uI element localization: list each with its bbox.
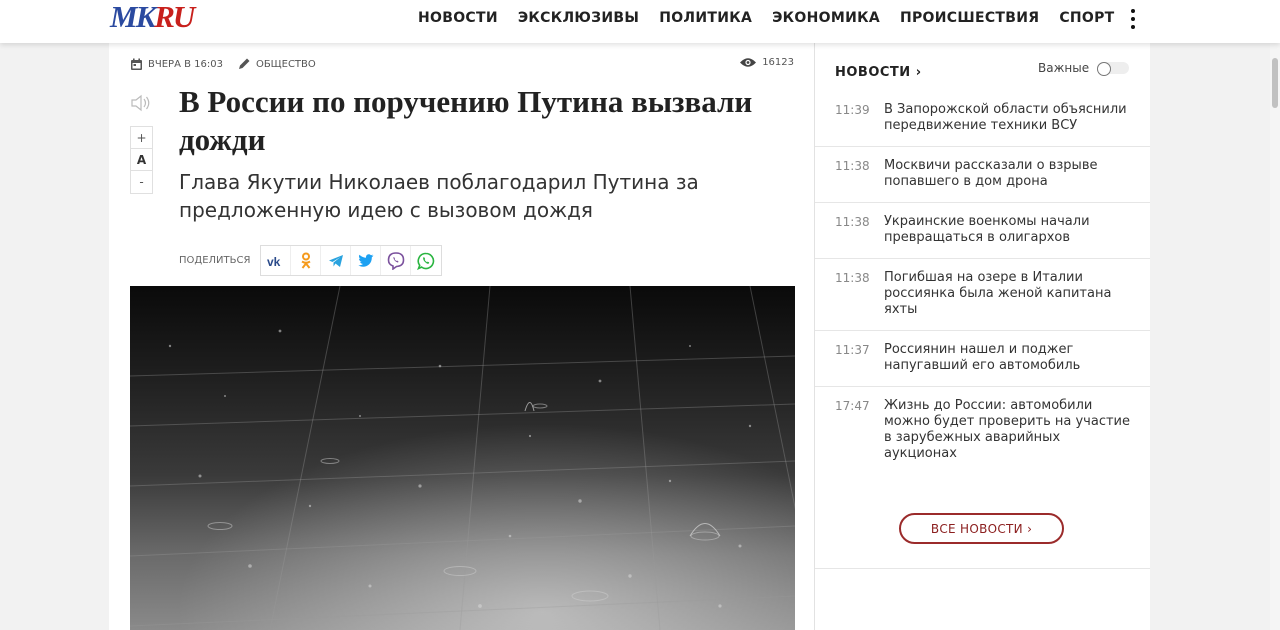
article-title: В России по поручению Путина вызвали дож… <box>179 84 753 157</box>
news-time: 17:47 <box>835 399 870 413</box>
news-list-item[interactable]: 11:38 Украинские военкомы начали превращ… <box>815 203 1150 259</box>
news-list-item[interactable]: 11:38 Погибшая на озере в Италии россиян… <box>815 259 1150 331</box>
rubric-link[interactable]: ОБЩЕСТВО <box>256 59 316 70</box>
news-sidebar: НОВОСТИ › Важные 11:39 В Запорожской обл… <box>815 43 1150 630</box>
news-list-item[interactable]: 11:39 В Запорожской области объяснили пе… <box>815 91 1150 147</box>
font-size-controls: + A - <box>130 126 153 194</box>
share-label: поделиться <box>179 255 251 266</box>
twitter-icon[interactable] <box>351 246 382 275</box>
news-list-item[interactable]: 17:47 Жизнь до России: автомобили можно … <box>815 387 1150 474</box>
article-column: ВЧЕРА В 16:03 ОБЩЕСТВО 16123 + A - В Рос… <box>109 43 814 630</box>
news-time: 11:38 <box>835 215 870 229</box>
views-counter: 16123 <box>739 57 794 68</box>
eye-icon <box>740 58 757 67</box>
news-list-item[interactable]: 11:37 Россиянин нашел и поджег напугавши… <box>815 331 1150 387</box>
speaker-icon[interactable] <box>130 93 154 117</box>
news-time: 11:38 <box>835 271 870 285</box>
kebab-menu-icon[interactable] <box>1128 9 1138 29</box>
share-bar: поделиться vk <box>179 245 443 276</box>
pencil-icon <box>238 58 250 69</box>
news-list: 11:39 В Запорожской области объяснили пе… <box>815 91 1150 474</box>
odnoklassniki-icon[interactable] <box>291 246 322 275</box>
important-label: Важные <box>1038 61 1090 75</box>
sidebar-divider <box>815 568 1150 569</box>
share-buttons: vk <box>260 245 443 276</box>
nav-item-news[interactable]: НОВОСТИ <box>418 10 498 26</box>
nav-item-sport[interactable]: СПОРТ <box>1059 10 1114 26</box>
sidebar-news-heading[interactable]: НОВОСТИ › <box>835 65 922 80</box>
top-navigation-bar: MKRU НОВОСТИ ЭКСКЛЮЗИВЫ ПОЛИТИКА ЭКОНОМИ… <box>0 0 1280 43</box>
news-time: 11:39 <box>835 103 870 117</box>
scrollbar-thumb[interactable] <box>1272 58 1278 108</box>
views-count: 16123 <box>762 57 794 68</box>
viber-icon[interactable] <box>381 246 412 275</box>
telegram-icon[interactable] <box>321 246 352 275</box>
whatsapp-icon[interactable] <box>411 246 441 275</box>
calendar-icon <box>131 58 142 70</box>
news-headline[interactable]: Жизнь до России: автомобили можно будет … <box>884 398 1130 462</box>
font-reset-button[interactable]: A <box>131 149 152 171</box>
news-time: 11:38 <box>835 159 870 173</box>
font-decrease-button[interactable]: - <box>131 171 152 193</box>
news-headline[interactable]: Погибшая на озере в Италии россиянка был… <box>884 270 1130 318</box>
nav-item-politics[interactable]: ПОЛИТИКА <box>659 10 752 26</box>
all-news-button[interactable]: ВСЕ НОВОСТИ › <box>899 513 1064 544</box>
news-headline[interactable]: Москвичи рассказали о взрыве попавшего в… <box>884 158 1130 190</box>
svg-text:vk: vk <box>267 255 281 267</box>
article-subtitle: Глава Якутии Николаев поблагодарил Путин… <box>179 170 699 222</box>
important-toggle[interactable] <box>1097 62 1130 76</box>
mk-logo[interactable]: MKRU <box>110 0 195 34</box>
logo-mk: MK <box>110 0 156 34</box>
font-increase-button[interactable]: + <box>131 127 152 149</box>
news-headline[interactable]: Украинские военкомы начали превращаться … <box>884 214 1130 246</box>
page-scrollbar[interactable] <box>1270 43 1280 630</box>
important-filter: Важные <box>1038 61 1130 76</box>
news-list-item[interactable]: 11:38 Москвичи рассказали о взрыве попав… <box>815 147 1150 203</box>
article-meta: ВЧЕРА В 16:03 ОБЩЕСТВО <box>130 57 316 71</box>
news-headline[interactable]: В Запорожской области объяснили передвиж… <box>884 102 1130 134</box>
vk-icon[interactable]: vk <box>261 246 292 275</box>
nav-item-economy[interactable]: ЭКОНОМИКА <box>772 10 880 26</box>
nav-item-exclusives[interactable]: ЭКСКЛЮЗИВЫ <box>518 10 639 26</box>
nav-item-incidents[interactable]: ПРОИСШЕСТВИЯ <box>900 10 1039 26</box>
news-headline[interactable]: Россиянин нашел и поджег напугавший его … <box>884 342 1130 374</box>
publish-date: ВЧЕРА В 16:03 <box>148 58 223 70</box>
main-nav: НОВОСТИ ЭКСКЛЮЗИВЫ ПОЛИТИКА ЭКОНОМИКА ПР… <box>418 10 1135 26</box>
news-time: 11:37 <box>835 343 870 357</box>
logo-ru: RU <box>154 0 195 34</box>
article-photo-rain <box>130 286 795 630</box>
